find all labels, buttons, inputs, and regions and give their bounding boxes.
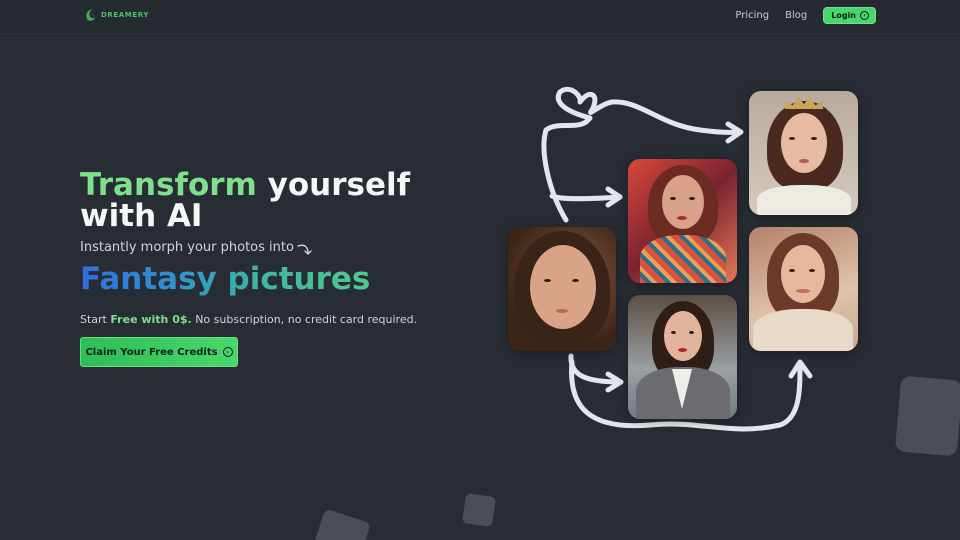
hero-title: Transform yourself with AI bbox=[80, 170, 410, 232]
login-button[interactable]: Login › bbox=[823, 7, 876, 24]
photo-fantasy-floral-portrait bbox=[628, 159, 737, 283]
main-nav: Pricing Blog Login › bbox=[735, 7, 876, 24]
hero-highlight: Fantasy pictures bbox=[80, 261, 371, 297]
arrow-right-circle-icon: › bbox=[222, 347, 233, 357]
crescent-leaf-icon bbox=[86, 9, 95, 21]
photo-cozy-sweater-portrait bbox=[749, 227, 858, 351]
decor-square-bottom-left bbox=[312, 508, 372, 540]
decor-square-right bbox=[894, 375, 960, 457]
hero-title-line-2: with AI bbox=[80, 198, 203, 234]
free-offer-prefix: Start bbox=[80, 313, 111, 326]
login-button-label: Login bbox=[831, 11, 856, 20]
hero-subtitle: Instantly morph your photos into bbox=[80, 240, 313, 257]
brand-logo[interactable]: DREAMERY bbox=[84, 8, 149, 22]
top-navigation-bar: DREAMERY Pricing Blog Login › bbox=[0, 0, 960, 34]
nav-link-pricing[interactable]: Pricing bbox=[735, 10, 769, 21]
claim-credits-button[interactable]: Claim Your Free Credits › bbox=[80, 337, 238, 367]
photo-business-suit-portrait bbox=[628, 295, 737, 419]
free-offer-bold: Free with 0$. bbox=[110, 313, 192, 326]
free-offer-suffix: No subscription, no credit card required… bbox=[191, 313, 418, 326]
hero-title-part: yourself bbox=[267, 167, 411, 203]
claim-credits-label: Claim Your Free Credits bbox=[85, 346, 218, 358]
curved-arrow-down-icon bbox=[297, 244, 312, 255]
photo-original-portrait bbox=[508, 227, 616, 351]
decor-square-bottom bbox=[462, 493, 496, 527]
photo-crowned-princess-portrait bbox=[749, 91, 858, 215]
nav-link-blog[interactable]: Blog bbox=[785, 10, 807, 21]
arrow-right-circle-icon: › bbox=[860, 11, 869, 20]
hero-subtitle-text: Instantly morph your photos into bbox=[80, 240, 294, 255]
brand-name: DREAMERY bbox=[101, 11, 150, 19]
free-offer-text: Start Free with 0$. No subscription, no … bbox=[80, 313, 417, 326]
